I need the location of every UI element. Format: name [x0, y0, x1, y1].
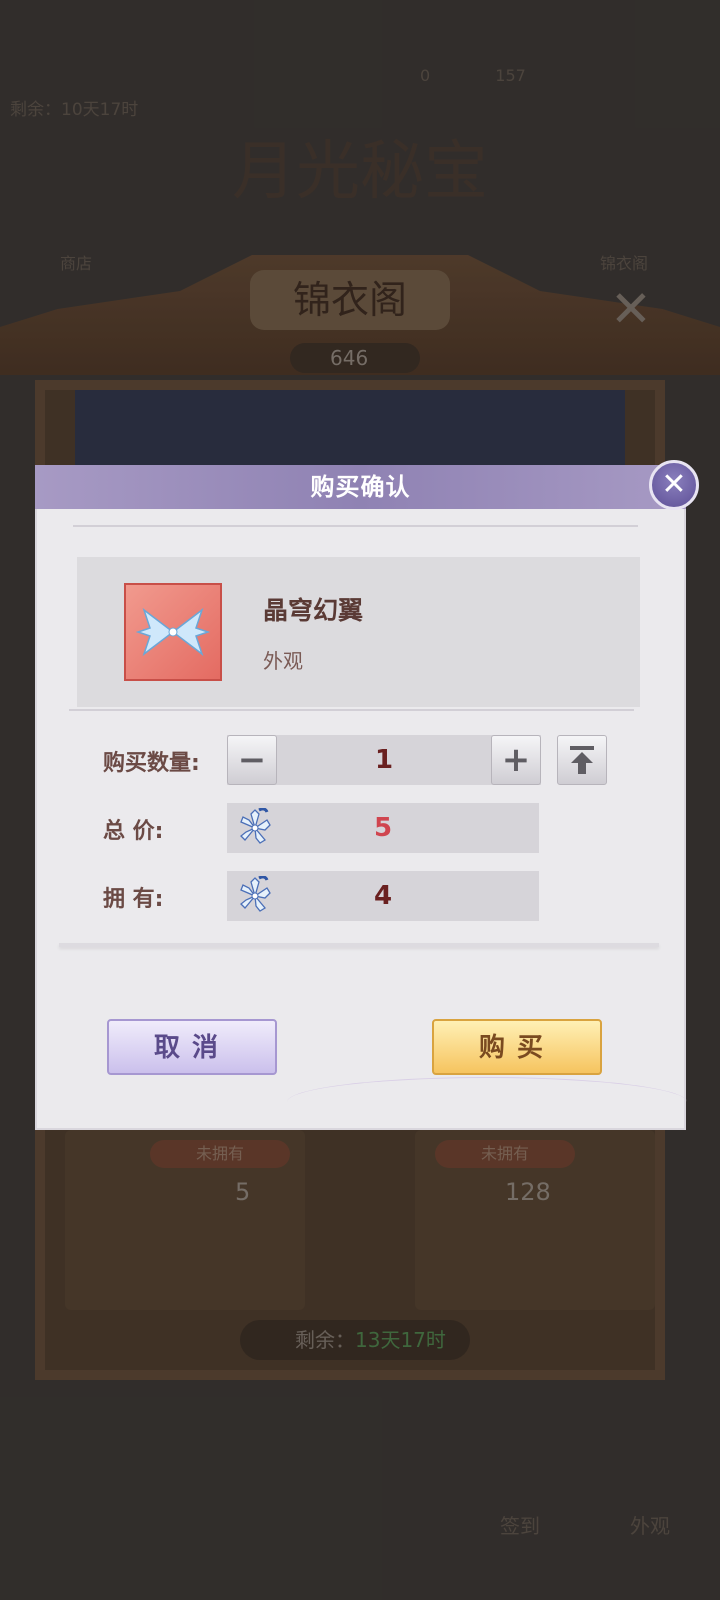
cancel-button[interactable]: 取消 [107, 1019, 277, 1075]
close-icon: ✕ [661, 467, 687, 502]
plus-icon: + [501, 740, 531, 780]
total-price-value: 5 [373, 813, 393, 843]
owned-label: 拥 有: [103, 887, 164, 912]
total-price-label: 总 价: [103, 819, 164, 844]
total-price-field: 5 [227, 803, 539, 853]
top-divider [73, 525, 638, 527]
crystal-wing-icon [124, 583, 222, 681]
footer-decoration [287, 1077, 687, 1127]
item-name: 晶穹幻翼 [263, 596, 364, 625]
quantity-stepper: − 1 + [227, 735, 541, 785]
arrow-to-top-icon [570, 746, 594, 774]
dialog-close-button[interactable]: ✕ [649, 460, 699, 510]
bottom-divider [59, 943, 659, 947]
increase-button[interactable]: + [491, 735, 541, 785]
mid-divider [69, 709, 634, 711]
dialog-title: 购买确认 [310, 473, 411, 501]
owned-field: 4 [227, 871, 539, 921]
max-quantity-button[interactable] [557, 735, 607, 785]
quantity-label: 购买数量: [103, 751, 200, 776]
item-panel: 晶穹幻翼 外观 [77, 557, 640, 707]
dialog-header: 购买确认 [35, 465, 686, 509]
purchase-confirm-dialog: 购买确认 晶穹幻翼 外观 购买数量: − 1 + 总 价: 5 拥 有: 4 取… [35, 465, 687, 1130]
owned-value: 4 [373, 881, 393, 911]
buy-button[interactable]: 购买 [432, 1019, 602, 1075]
item-type: 外观 [263, 649, 303, 673]
